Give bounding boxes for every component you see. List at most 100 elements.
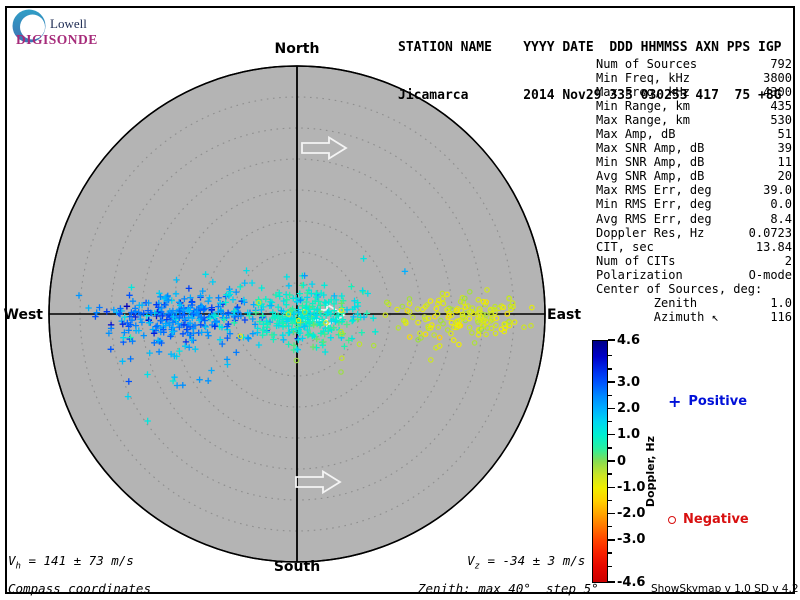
stat-value: O-mode bbox=[748, 267, 792, 282]
stat-value: 0.0 bbox=[770, 197, 792, 212]
stat-label: CIT, sec bbox=[596, 239, 654, 254]
stat-value: 20 bbox=[777, 169, 792, 184]
vh-value: = 141 ± 73 m/s bbox=[20, 553, 134, 568]
logo-lowell-text: Lowell bbox=[50, 16, 87, 31]
colorbar-tick bbox=[608, 526, 612, 528]
stat-row: Polarization O-mode bbox=[596, 268, 792, 282]
colorbar-tick bbox=[608, 368, 612, 370]
stat-value: 1.0 bbox=[770, 295, 792, 310]
colorbar-tick-label: 2.0 bbox=[617, 400, 641, 416]
colorbar-tick bbox=[608, 447, 612, 449]
plus-marker-icon: + bbox=[668, 391, 682, 411]
stat-label: Doppler Res, Hz bbox=[596, 225, 705, 240]
colorbar-tick-label: -1.0 bbox=[617, 479, 646, 495]
stat-row: Min Freq, kHz 3800 bbox=[596, 71, 792, 85]
stat-label: Avg SNR Amp, dB bbox=[596, 169, 705, 184]
colorbar-tick-label: 1.0 bbox=[617, 427, 641, 443]
legend-negative-label: Negative bbox=[683, 512, 749, 527]
vz-readout: Vz = -34 ± 3 m/s bbox=[467, 553, 585, 572]
stat-row: Doppler Res, Hz 0.0723 bbox=[596, 226, 792, 240]
stat-label: Avg RMS Err, deg bbox=[596, 211, 712, 226]
stat-row: Max RMS Err, deg 39.0 bbox=[596, 183, 792, 197]
colorbar-tick bbox=[608, 473, 612, 475]
stat-row: Num of Sources 792 bbox=[596, 57, 792, 71]
colorbar-tick-label: -3.0 bbox=[617, 532, 646, 548]
stat-row: Center of Sources, deg: bbox=[596, 282, 792, 296]
colorbar-tick bbox=[608, 355, 612, 357]
colorbar-tick bbox=[608, 381, 615, 383]
stat-row: Avg SNR Amp, dB 20 bbox=[596, 169, 792, 183]
stats-panel: Num of Sources 792 Min Freq, kHz 3800 Max Fr… bbox=[596, 57, 792, 324]
stat-value: 11 bbox=[777, 155, 792, 170]
colorbar-tick bbox=[608, 565, 612, 567]
colorbar-tick bbox=[608, 420, 612, 423]
stat-value: 4300 bbox=[763, 85, 792, 100]
stat-value: 39.0 bbox=[763, 183, 792, 198]
stat-label: Min Range, km bbox=[596, 99, 690, 114]
stat-label: Num of Sources bbox=[596, 57, 698, 71]
compass-label-east: East bbox=[547, 307, 582, 323]
stat-row: Max SNR Amp, dB 39 bbox=[596, 141, 792, 155]
header-column-titles: STATION NAME YYYY DATE DDD HHMMSS AXN PP… bbox=[398, 40, 782, 55]
colorbar-title: Doppler, Hz bbox=[644, 436, 657, 508]
circle-marker-icon bbox=[668, 515, 676, 524]
stat-row: Min Range, km 435 bbox=[596, 99, 792, 113]
colorbar-tick bbox=[608, 339, 615, 341]
stat-row: CIT, sec 13.84 bbox=[596, 240, 792, 254]
stat-label: Max Freq, kHz bbox=[596, 85, 690, 100]
colorbar-tick bbox=[608, 512, 615, 515]
stat-label: Center of Sources, deg: bbox=[596, 281, 763, 296]
legend-negative: Negative bbox=[668, 512, 749, 527]
vh-readout: Vh = 141 ± 73 m/s bbox=[8, 553, 134, 572]
stat-value: 39 bbox=[777, 141, 792, 156]
stat-row: Max Freq, kHz 4300 bbox=[596, 85, 792, 99]
stat-label: Max Amp, dB bbox=[596, 127, 676, 142]
stat-row: Zenith 1.0 bbox=[596, 296, 792, 310]
compass-label-west: West bbox=[3, 307, 43, 323]
stat-label: Num of CITs bbox=[596, 253, 676, 268]
stat-row: Max Amp, dB 51 bbox=[596, 127, 792, 141]
stat-label: Max RMS Err, deg bbox=[596, 183, 712, 198]
stat-label: Azimuth ↖ bbox=[596, 309, 719, 324]
stat-label: Min Freq, kHz bbox=[596, 71, 690, 86]
compass-label-south: South bbox=[273, 559, 321, 575]
logo-digisonde-text: DIGISONDE bbox=[16, 32, 98, 47]
showskymap-window: { "window": {"bg": "#ffffff", "border_co… bbox=[0, 0, 800, 600]
stat-label: Zenith bbox=[596, 295, 698, 310]
stat-label: Max SNR Amp, dB bbox=[596, 141, 705, 156]
stat-label: Min SNR Amp, dB bbox=[596, 155, 705, 170]
vz-symbol: V bbox=[467, 553, 475, 568]
legend-positive: + Positive bbox=[668, 391, 747, 411]
stat-value: 8.4 bbox=[770, 211, 792, 226]
stat-value: 0.0723 bbox=[748, 225, 792, 240]
stat-row: Num of CITs 2 bbox=[596, 254, 792, 268]
colorbar-tick-label: 3.0 bbox=[617, 374, 641, 390]
colorbar-tick-label: 0 bbox=[617, 453, 627, 469]
stat-row: Min SNR Amp, dB 11 bbox=[596, 155, 792, 169]
lowell-digisonde-logo: Lowell DIGISONDE bbox=[12, 9, 98, 47]
stat-value: 13.84 bbox=[755, 239, 792, 254]
stat-value: 116 bbox=[770, 309, 792, 324]
colorbar-tick-label: 4.6 bbox=[617, 332, 641, 348]
app-version-credit: ShowSkymap v 1.0 SD v 4.2 bbox=[651, 583, 799, 595]
stat-label: Polarization bbox=[596, 267, 683, 282]
colorbar-tick-label: -4.6 bbox=[617, 574, 646, 590]
colorbar-tick-label: -2.0 bbox=[617, 506, 646, 522]
stat-label: Min RMS Err, deg bbox=[596, 197, 712, 212]
zenith-scale-note: Zenith: max 40° step 5° bbox=[418, 581, 599, 596]
colorbar-tick bbox=[608, 460, 615, 462]
stat-value: 530 bbox=[770, 113, 792, 128]
colorbar-tick bbox=[608, 552, 612, 554]
stat-label: Max Range, km bbox=[596, 113, 690, 128]
colorbar-tick bbox=[608, 433, 615, 436]
colorbar-tick bbox=[608, 539, 615, 541]
colorbar-gradient bbox=[592, 340, 608, 583]
stat-value: 2 bbox=[784, 253, 792, 268]
stat-value: 51 bbox=[777, 127, 792, 142]
stat-row: Azimuth ↖ 116 bbox=[596, 310, 792, 324]
vh-symbol: V bbox=[8, 553, 16, 568]
vz-value: = -34 ± 3 m/s bbox=[479, 553, 586, 568]
stat-row: Avg RMS Err, deg 8.4 bbox=[596, 212, 792, 226]
stat-value: 435 bbox=[770, 99, 792, 114]
stat-value: 3800 bbox=[763, 71, 792, 86]
